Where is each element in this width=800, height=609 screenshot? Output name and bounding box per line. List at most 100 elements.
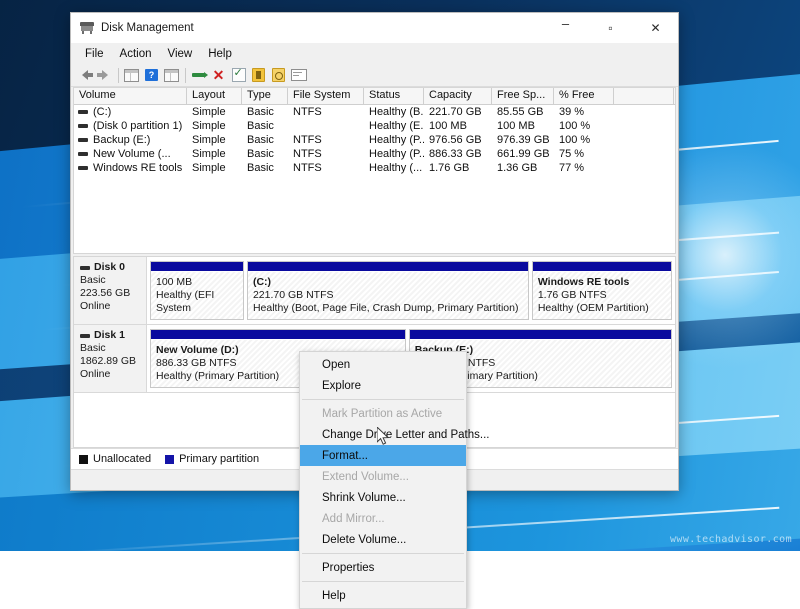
partition-bar (248, 262, 528, 272)
menu-item-format[interactable]: Format... (300, 445, 466, 466)
partition-name: (C:) (253, 276, 528, 289)
table-row[interactable]: New Volume (... Simple Basic NTFS Health… (74, 147, 675, 161)
disk-drive-icon (80, 22, 94, 34)
column-header-status[interactable]: Status (364, 88, 424, 104)
menu-item-open[interactable]: Open (300, 354, 466, 375)
column-header-volume[interactable]: Volume (74, 88, 187, 104)
table-row[interactable]: Windows RE tools Simple Basic NTFS Healt… (74, 161, 675, 175)
forward-arrow-icon[interactable] (95, 66, 114, 85)
volume-cell: Backup (E:) (74, 134, 187, 146)
disk-type-0: Basic (80, 274, 146, 287)
back-arrow-icon[interactable] (75, 66, 94, 85)
help-icon[interactable]: ? (142, 66, 161, 85)
legend-unallocated: Unallocated (79, 453, 151, 465)
type-cell: Basic (242, 106, 288, 118)
toolbar: ? ✕ (71, 64, 678, 87)
menu-item-extend-volume: Extend Volume... (300, 466, 466, 487)
check-disk-icon[interactable] (229, 66, 248, 85)
volume-cell: Windows RE tools (74, 162, 187, 174)
menu-file[interactable]: File (77, 46, 112, 62)
table-row[interactable]: Backup (E:) Simple Basic NTFS Healthy (P… (74, 133, 675, 147)
volume-icon (78, 124, 88, 128)
toolbar-separator (185, 68, 186, 83)
status-cell: Healthy (P... (364, 148, 424, 160)
disk-size-0: 223.56 GB (80, 287, 146, 300)
table-row[interactable]: (Disk 0 partition 1) Simple Basic Health… (74, 119, 675, 133)
menu-item-add-mirror: Add Mirror... (300, 508, 466, 529)
close-button[interactable]: ✕ (633, 13, 678, 42)
legend-label: Primary partition (179, 453, 259, 465)
menu-item-explore[interactable]: Explore (300, 375, 466, 396)
disk-info-0[interactable]: Disk 0 Basic 223.56 GB Online (74, 257, 147, 324)
percent-free-cell: 75 % (554, 148, 614, 160)
column-header-free-space[interactable]: Free Sp... (492, 88, 554, 104)
disk-row-0: Disk 0 Basic 223.56 GB Online 100 MB Hea… (74, 257, 675, 325)
delete-volume-icon[interactable]: ✕ (209, 66, 228, 85)
type-cell: Basic (242, 148, 288, 160)
column-header-percent-free[interactable]: % Free (554, 88, 614, 104)
site-watermark: www.techadvisor.com (670, 534, 792, 545)
partition-bar (151, 330, 405, 340)
menu-view[interactable]: View (160, 46, 201, 62)
volume-label: Windows RE tools (93, 162, 182, 174)
minimize-button[interactable]: – (543, 13, 588, 42)
filesystem-cell: NTFS (288, 134, 364, 146)
primary-partition-swatch-icon (165, 455, 174, 464)
volume-label: (C:) (93, 106, 111, 118)
status-cell: Healthy (B... (364, 106, 424, 118)
title-bar: Disk Management – ▫ ✕ (71, 13, 678, 43)
properties-grid-icon[interactable] (162, 66, 181, 85)
window-title: Disk Management (101, 22, 543, 34)
disk-type-1: Basic (80, 342, 146, 355)
disk-name-label: Disk 1 (94, 329, 125, 342)
disk-info-1[interactable]: Disk 1 Basic 1862.89 GB Online (74, 325, 147, 392)
capacity-cell: 100 MB (424, 120, 492, 132)
new-simple-volume-icon[interactable] (189, 66, 208, 85)
maximize-button[interactable]: ▫ (588, 13, 633, 42)
menu-item-shrink-volume[interactable]: Shrink Volume... (300, 487, 466, 508)
partition-text: Windows RE tools 1.76 GB NTFS Healthy (O… (533, 272, 671, 320)
explore-volume-icon[interactable] (269, 66, 288, 85)
menu-item-change-drive-letter-and-paths[interactable]: Change Drive Letter and Paths... (300, 424, 466, 445)
volume-label: Backup (E:) (93, 134, 150, 146)
context-menu: Open Explore Mark Partition as Active Ch… (299, 351, 467, 609)
menu-item-mark-partition-as-active: Mark Partition as Active (300, 403, 466, 424)
close-icon: ✕ (650, 22, 660, 34)
partition-c[interactable]: (C:) 221.70 GB NTFS Healthy (Boot, Page … (247, 261, 529, 320)
disk-0-partitions: 100 MB Healthy (EFI System (C:) 221.70 G… (147, 257, 675, 324)
partition-text: (C:) 221.70 GB NTFS Healthy (Boot, Page … (248, 272, 528, 320)
legend-primary-partition: Primary partition (165, 453, 259, 465)
table-row[interactable]: (C:) Simple Basic NTFS Healthy (B... 221… (74, 105, 675, 119)
menu-item-help[interactable]: Help (300, 585, 466, 606)
show-hide-console-tree-icon[interactable] (122, 66, 141, 85)
status-cell: Healthy (E... (364, 120, 424, 132)
disk-name-label: Disk 0 (94, 261, 125, 274)
window-list-icon[interactable] (289, 66, 308, 85)
minimize-icon: – (562, 17, 569, 30)
column-header-layout[interactable]: Layout (187, 88, 242, 104)
partition-status: Healthy (EFI System (156, 289, 243, 315)
volume-cell: (Disk 0 partition 1) (74, 120, 187, 132)
column-header-blank[interactable] (614, 88, 674, 104)
capacity-cell: 976.56 GB (424, 134, 492, 146)
column-header-capacity[interactable]: Capacity (424, 88, 492, 104)
menu-help[interactable]: Help (200, 46, 240, 62)
column-header-file-system[interactable]: File System (288, 88, 364, 104)
partition-name: Windows RE tools (538, 276, 671, 289)
mount-volume-icon[interactable] (249, 66, 268, 85)
menu-item-delete-volume[interactable]: Delete Volume... (300, 529, 466, 550)
status-cell: Healthy (... (364, 162, 424, 174)
percent-free-cell: 77 % (554, 162, 614, 174)
type-cell: Basic (242, 134, 288, 146)
partition-winre[interactable]: Windows RE tools 1.76 GB NTFS Healthy (O… (532, 261, 672, 320)
volume-list-header: Volume Layout Type File System Status Ca… (74, 88, 675, 105)
menu-item-properties[interactable]: Properties (300, 557, 466, 578)
volume-cell: (C:) (74, 106, 187, 118)
column-header-type[interactable]: Type (242, 88, 288, 104)
percent-free-cell: 39 % (554, 106, 614, 118)
disk-size-1: 1862.89 GB (80, 355, 146, 368)
partition-efi[interactable]: 100 MB Healthy (EFI System (150, 261, 244, 320)
disk-state-0: Online (80, 300, 146, 313)
free-space-cell: 1.36 GB (492, 162, 554, 174)
menu-action[interactable]: Action (112, 46, 160, 62)
